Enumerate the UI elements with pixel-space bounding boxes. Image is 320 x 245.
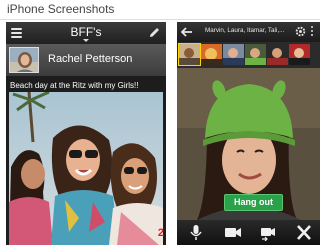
screen-title[interactable]: BFF's (71, 25, 102, 39)
microphone-icon[interactable] (187, 224, 205, 241)
page-heading: iPhone Screenshots (7, 2, 115, 16)
participant-thumbnail[interactable] (245, 44, 266, 65)
close-icon[interactable] (295, 224, 313, 241)
participant-thumbnail[interactable] (289, 44, 310, 65)
participant-thumbnail[interactable] (223, 44, 244, 65)
participant-thumbnail[interactable] (267, 44, 288, 65)
post-photo[interactable] (9, 92, 163, 245)
participant-thumbnails (177, 42, 320, 68)
gear-icon[interactable] (295, 26, 306, 37)
profile-name[interactable]: Rachel Petterson (48, 53, 132, 65)
hang-out-button[interactable]: Hang out (224, 194, 283, 211)
back-arrow-icon[interactable] (181, 27, 193, 37)
participants-list[interactable]: Marvin, Laura, Itamar, Tali,... (205, 27, 284, 34)
edit-icon[interactable] (148, 27, 160, 39)
hangout-screen: Marvin, Laura, Itamar, Tali,... Hang out (177, 22, 320, 245)
photo-counter: 2 (157, 227, 164, 239)
heading-divider (0, 19, 320, 20)
bffs-screen: BFF's Rachel Petterson Beach day at the … (6, 22, 166, 245)
top-bar: BFF's (6, 22, 166, 44)
more-options-icon[interactable] (311, 26, 314, 38)
call-controls (177, 220, 320, 245)
profile-row[interactable]: Rachel Petterson (6, 44, 166, 76)
switch-camera-icon[interactable] (259, 224, 277, 241)
avatar[interactable] (9, 47, 39, 73)
title-group[interactable]: BFF's (6, 25, 166, 42)
chevron-down-icon (83, 39, 89, 42)
participant-thumbnail[interactable] (178, 43, 201, 66)
camera-icon[interactable] (224, 224, 242, 241)
post-caption: Beach day at the Ritz with my Girls!! (10, 81, 139, 90)
participant-thumbnail[interactable] (201, 44, 222, 65)
top-bar: Marvin, Laura, Itamar, Tali,... (177, 22, 320, 42)
